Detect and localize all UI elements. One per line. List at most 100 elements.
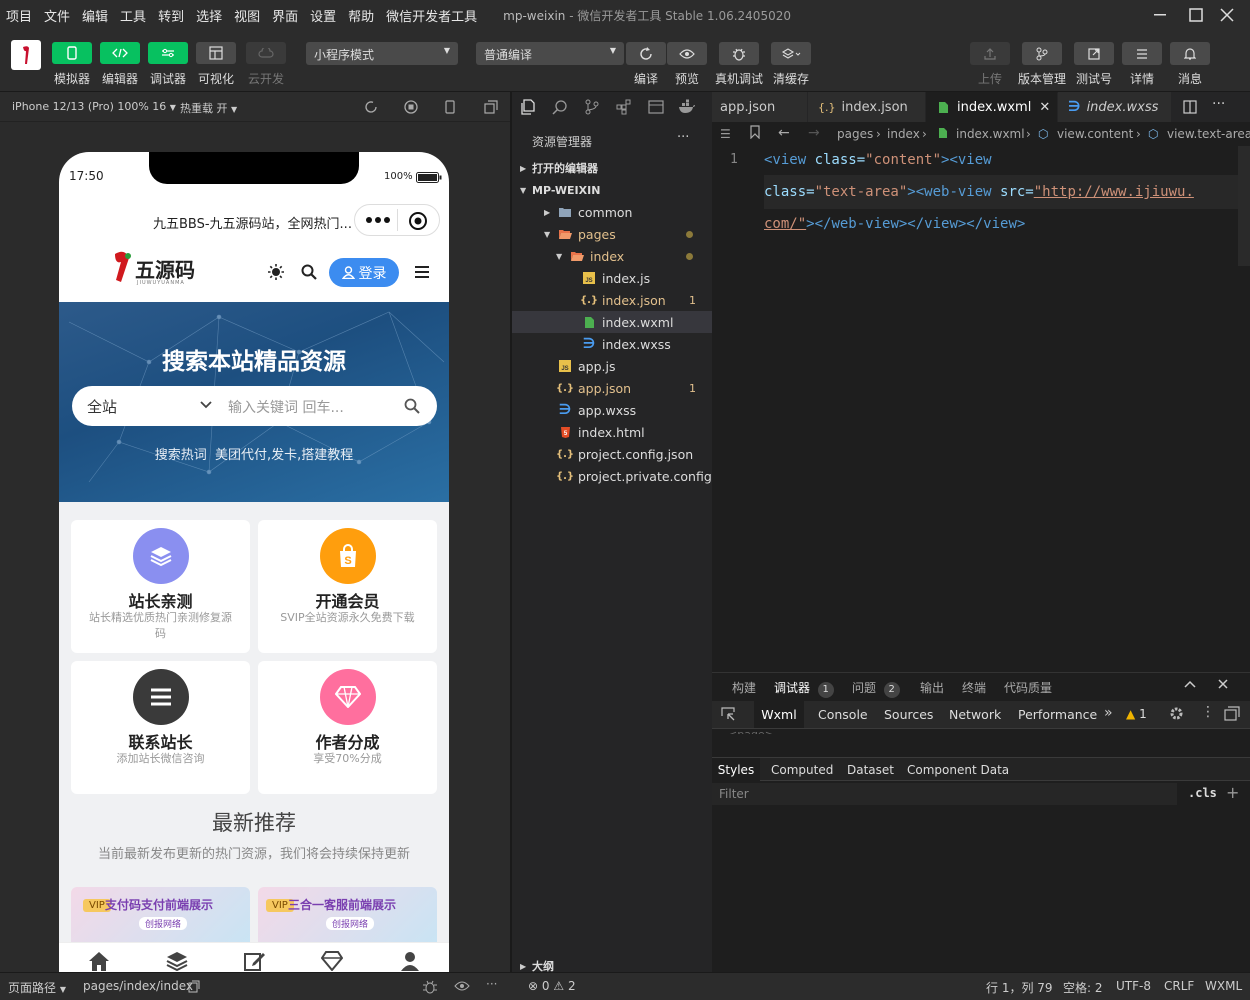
problems-summary[interactable]: ⊗ 0 ⚠ 2 <box>528 979 576 993</box>
encoding-setting[interactable]: UTF-8 <box>1116 979 1151 993</box>
user-icon[interactable] <box>399 951 421 971</box>
bookmark-icon[interactable] <box>750 125 760 139</box>
search-scope-select[interactable]: 全站 <box>87 396 117 417</box>
eol-setting[interactable]: CRLF <box>1164 979 1194 993</box>
mode-select[interactable]: 小程序模式 ▼ <box>306 42 458 65</box>
menu-item[interactable]: 文件 <box>38 6 76 25</box>
close-window-button[interactable] <box>1204 0 1250 30</box>
bug-icon[interactable] <box>422 979 438 994</box>
close-miniprogram-icon[interactable] <box>408 211 428 231</box>
card-contact[interactable]: 联系站长 添加站长微信咨询 <box>71 661 250 794</box>
files-icon[interactable] <box>520 99 536 115</box>
indent-setting[interactable]: 空格: 2 <box>1063 979 1103 996</box>
breadcrumb-file[interactable]: index.wxml <box>956 127 1025 141</box>
theme-toggle-icon[interactable] <box>268 264 284 280</box>
panel-performance[interactable]: Performance <box>1018 707 1097 722</box>
debugger-toggle-button[interactable] <box>148 42 188 64</box>
resource-thumb[interactable]: VIP 支付码支付前端展示 创报网络 <box>71 887 250 947</box>
forward-icon[interactable]: → <box>808 125 820 141</box>
source-control-icon[interactable] <box>584 99 600 115</box>
breadcrumb-index[interactable]: index <box>887 127 920 141</box>
wxml-tree[interactable]: <page> <box>728 728 774 734</box>
resource-thumb[interactable]: VIP 三合一客服前端展示 创报网络 <box>258 887 437 947</box>
device-icon[interactable] <box>445 100 455 114</box>
tree-item[interactable]: {.} project.private.config.js... <box>512 465 738 487</box>
search-icon[interactable] <box>301 264 317 280</box>
card-vip[interactable]: S 开通会员 SVIP全站资源永久免费下载 <box>258 520 437 653</box>
tab-build[interactable]: 构建 <box>732 679 756 696</box>
gear-icon[interactable] <box>1169 706 1184 721</box>
cursor-position[interactable]: 行 1，列 79 <box>986 979 1053 996</box>
panel-console[interactable]: Console <box>818 707 868 722</box>
menu-item[interactable]: 工具 <box>114 6 152 25</box>
tab-dataset[interactable]: Dataset <box>847 763 894 777</box>
home-icon[interactable] <box>88 951 110 971</box>
preview-button[interactable] <box>667 42 707 65</box>
copy-icon[interactable] <box>188 980 200 993</box>
back-icon[interactable]: ← <box>778 125 790 141</box>
panel-wxml[interactable]: Wxml <box>754 701 804 728</box>
compile-button[interactable] <box>626 42 666 65</box>
page-path-select[interactable]: 页面路径 ▼ <box>8 979 66 996</box>
tree-item[interactable]: {.} app.json 1 <box>512 377 712 399</box>
panel-icon[interactable] <box>648 99 664 115</box>
tab-code-quality[interactable]: 代码质量 <box>1004 679 1052 696</box>
menu-item[interactable]: 选择 <box>190 6 228 25</box>
more-icon[interactable] <box>365 213 391 227</box>
login-button[interactable]: 登录 <box>329 258 399 287</box>
chevron-up-icon[interactable] <box>1184 679 1196 689</box>
tree-item[interactable]: {.} project.config.json <box>512 443 712 465</box>
tree-item[interactable]: ▶ common <box>512 201 712 223</box>
upload-button[interactable] <box>970 42 1010 65</box>
hot-word-link[interactable]: 美团代付,发卡,搭建教程 <box>215 448 353 463</box>
language-mode[interactable]: WXML <box>1205 979 1242 993</box>
tree-item[interactable]: ▼ index <box>512 245 712 267</box>
tab-output[interactable]: 输出 <box>920 679 944 696</box>
tree-item[interactable]: JS app.js <box>512 355 712 377</box>
editor-toggle-button[interactable] <box>100 42 140 64</box>
tree-item[interactable]: ∋ app.wxss <box>512 399 712 421</box>
code-editor[interactable]: 1 <view class="content"><view class="tex… <box>712 146 1250 666</box>
compile-select[interactable]: 普通编译 ▼ <box>476 42 624 65</box>
clear-cache-button[interactable] <box>771 42 811 65</box>
scrollbar[interactable] <box>1238 146 1250 266</box>
menu-item[interactable]: 帮助 <box>342 6 380 25</box>
breadcrumb-pages[interactable]: pages <box>837 127 873 141</box>
menu-item[interactable]: 设置 <box>304 6 342 25</box>
avatar[interactable] <box>11 40 41 70</box>
more-icon[interactable]: ··· <box>486 977 497 991</box>
close-icon[interactable]: ✕ <box>1039 100 1050 115</box>
tab-app-json[interactable]: app.json <box>712 92 808 122</box>
diamond-icon[interactable] <box>321 951 343 971</box>
tree-item[interactable]: ▼ pages <box>512 223 712 245</box>
hot-reload-select[interactable]: 热重载 开 ▼ <box>180 100 237 116</box>
card-author[interactable]: 作者分成 享受70%分成 <box>258 661 437 794</box>
layers-icon[interactable] <box>166 951 188 971</box>
edit-icon[interactable] <box>244 951 266 971</box>
panel-sources[interactable]: Sources <box>884 707 933 722</box>
card-tested[interactable]: 站长亲测 站长精选优质热门亲测修复源码 <box>71 520 250 653</box>
more-icon[interactable]: ··· <box>677 130 689 145</box>
tree-item[interactable]: index.wxml <box>512 311 712 333</box>
tab-index-json[interactable]: {.} index.json <box>808 92 926 122</box>
rotate-icon[interactable] <box>364 100 378 114</box>
visual-toggle-button[interactable] <box>196 42 236 64</box>
menu-item[interactable]: 微信开发者工具 <box>380 6 483 25</box>
tab-problems[interactable]: 问题 2 <box>852 679 900 698</box>
tab-debugger[interactable]: 调试器 1 <box>774 679 834 698</box>
breadcrumb-view-text-area[interactable]: view.text-area <box>1167 127 1250 141</box>
docker-icon[interactable] <box>678 99 696 115</box>
test-account-button[interactable] <box>1074 42 1114 65</box>
styles-filter-input[interactable]: Filter <box>712 783 1177 805</box>
search-input[interactable]: 输入关键词 回车... <box>228 397 344 417</box>
menu-icon[interactable] <box>415 266 429 278</box>
search-icon[interactable] <box>552 99 568 115</box>
tab-index-wxml[interactable]: index.wxml ✕ <box>926 92 1058 122</box>
menu-item[interactable]: 界面 <box>266 6 304 25</box>
tab-styles[interactable]: Styles <box>712 758 760 781</box>
tree-item[interactable]: ∋ index.wxss <box>512 333 712 355</box>
inspect-icon[interactable] <box>721 707 735 721</box>
menu-item[interactable]: 转到 <box>152 6 190 25</box>
cloud-toggle-button[interactable] <box>246 42 286 64</box>
extensions-icon[interactable] <box>616 99 632 115</box>
